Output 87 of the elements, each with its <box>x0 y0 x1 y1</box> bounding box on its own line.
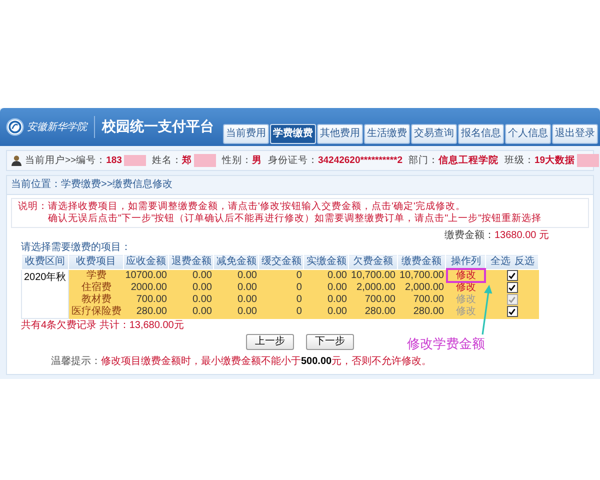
table-cell: 医疗保险费 <box>68 306 124 319</box>
column-header: 应收金额 <box>123 254 169 270</box>
table-cell: 2020年秋 <box>22 270 69 319</box>
table-cell: 0 <box>258 270 304 282</box>
tip-label: 温馨提示： <box>51 356 101 368</box>
table-cell: 0.00 <box>214 270 259 282</box>
table-cell: 0.00 <box>168 306 214 319</box>
table-cell: 10,700.00 <box>348 270 398 282</box>
payment-total-label: 缴费金额： <box>444 230 494 241</box>
column-header: 退费金额 <box>168 254 214 270</box>
row-checkbox[interactable] <box>506 282 518 294</box>
invert-selection-link[interactable]: 反选 <box>514 256 534 267</box>
table-cell: 0.00 <box>168 270 214 282</box>
nav-tab[interactable]: 交易查询 <box>411 124 457 144</box>
tip-text: 修改项目缴费金额时，最小缴费金额不能小于500.00元，否则不允许修改。 <box>101 356 432 368</box>
column-header: 缴费金额 <box>397 254 446 270</box>
payment-total-value: 13680.00 元 <box>494 230 549 241</box>
table-cell: 0 <box>258 306 304 319</box>
nav-tab[interactable]: 个人信息 <box>505 124 551 144</box>
field-value: 183 <box>106 155 146 166</box>
nav-tab[interactable]: 其他费用 <box>317 124 363 144</box>
field-label: 身份证号： <box>268 154 318 167</box>
edit-link[interactable]: 修改 <box>448 270 484 282</box>
summary-text: 共有4条欠费记录 共计：13,680.00元 <box>21 320 185 332</box>
table-cell: 700.00 <box>397 294 446 306</box>
table-cell: 280.00 <box>123 306 169 319</box>
current-user-label: 当前用户>> <box>25 154 76 167</box>
nav-tab[interactable]: 生活缴费 <box>364 124 410 144</box>
table-cell: 0.00 <box>168 282 214 294</box>
school-name: 安徽新华学院 <box>27 120 87 134</box>
table-cell: 0 <box>258 294 304 306</box>
logo-icon <box>6 118 24 136</box>
column-header: 减免金额 <box>214 254 259 270</box>
column-header: 实缴金额 <box>304 254 349 270</box>
field-value: 男 <box>252 154 262 167</box>
table-caption: 请选择需要缴费的项目： <box>21 242 132 254</box>
nav-tab[interactable]: 退出登录 <box>552 124 598 144</box>
row-checkbox[interactable] <box>506 306 518 318</box>
note-text: 确认无误后点击"下一步"按钮（订单确认后不能再进行修改）如需要调整缴费订单，请点击"上一步"按钮重新选择 <box>47 213 542 225</box>
select-all-link[interactable]: 全选 <box>490 256 510 267</box>
annotation-text: 修改学费金额 <box>407 336 485 352</box>
table-cell: 700.00 <box>348 294 398 306</box>
column-header: 欠费金额 <box>348 254 398 270</box>
table-cell: 学费 <box>68 270 124 282</box>
column-header: 操作列 <box>446 254 486 270</box>
breadcrumb: 当前位置：学费缴费>>缴费信息修改 <box>7 176 593 195</box>
platform-title: 校园统一支付平台 <box>102 118 214 136</box>
table-cell: 0.00 <box>214 294 259 306</box>
table-cell: 10700.00 <box>123 270 169 282</box>
field-value: 郑 <box>182 154 216 167</box>
step-button[interactable]: 下一步 <box>306 334 354 350</box>
field-label: 姓名： <box>152 154 182 167</box>
table-cell: 0.00 <box>168 294 214 306</box>
field-label: 编号： <box>76 154 106 167</box>
table-cell: 教材费 <box>68 294 124 306</box>
field-value: 19大数据 <box>534 154 600 167</box>
table-cell: 0.00 <box>304 306 349 319</box>
table-cell: 10,700.00 <box>397 270 446 282</box>
edit-link[interactable]: 修改 <box>448 282 484 294</box>
table-cell: 2,000.00 <box>348 282 398 294</box>
table-cell: 住宿费 <box>68 282 124 294</box>
field-label: 部门： <box>408 154 438 167</box>
user-icon <box>11 155 22 166</box>
table-cell: 2000.00 <box>123 282 169 294</box>
table-cell: 2,000.00 <box>397 282 446 294</box>
nav-tab[interactable]: 报名信息 <box>458 124 504 144</box>
table-cell: 0.00 <box>304 294 349 306</box>
column-header: 收费项目 <box>68 254 124 270</box>
table-cell: 0.00 <box>304 282 349 294</box>
column-header: 缓交金额 <box>258 254 304 270</box>
table-cell: 700.00 <box>123 294 169 306</box>
field-label: 性别： <box>222 154 252 167</box>
nav-tab[interactable]: 学费缴费 <box>270 124 316 144</box>
table-cell: 0.00 <box>214 282 259 294</box>
table-cell: 280.00 <box>397 306 446 319</box>
table-cell: 0.00 <box>214 306 259 319</box>
row-checkbox[interactable] <box>506 270 518 281</box>
note-text: 说明：请选择收费项目，如需要调整缴费金额，请点击'修改'按钮输入交费金额，点击'确定'完成修改。 <box>18 201 466 213</box>
field-label: 班级： <box>504 154 534 167</box>
field-value: 信息工程学院 <box>438 154 498 167</box>
step-button[interactable]: 上一步 <box>246 334 294 350</box>
table-cell: 0 <box>258 282 304 294</box>
table-cell: 0.00 <box>304 270 349 282</box>
table-cell: 280.00 <box>348 306 398 319</box>
column-header: 收费区间 <box>22 254 69 270</box>
nav-tab[interactable]: 当前费用 <box>223 124 269 144</box>
field-value: 34242620**********2 <box>318 155 402 166</box>
